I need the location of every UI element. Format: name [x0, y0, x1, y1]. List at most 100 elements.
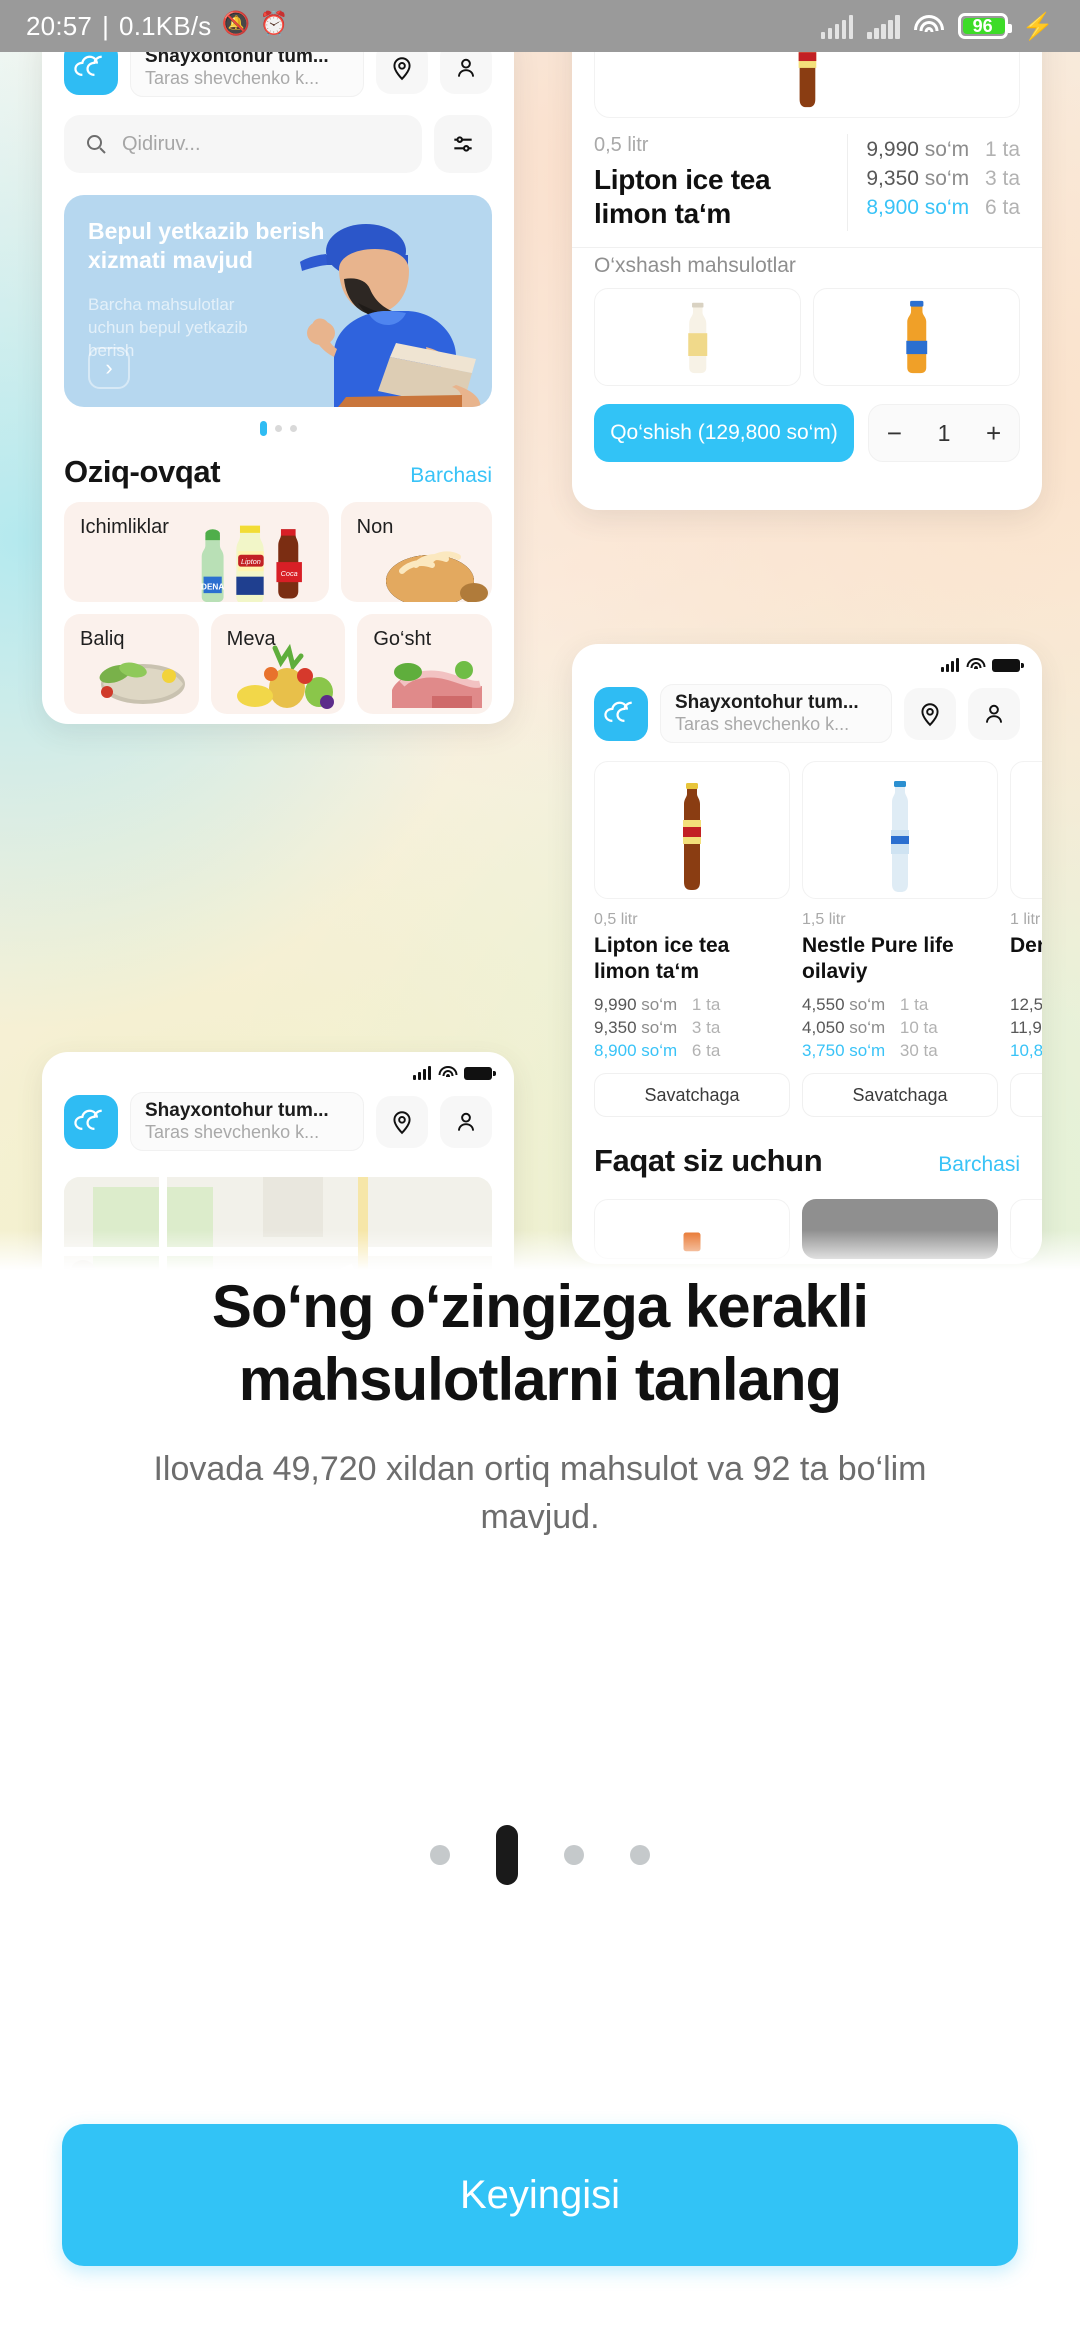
increment-button[interactable]: +: [986, 418, 1001, 449]
product-info: 0,5 litr Lipton ice tea limon ta‘m 9,990…: [572, 118, 1042, 243]
battery-icon: [464, 1066, 496, 1080]
price-tier-highlighted: 8,900 so‘m 6 ta: [866, 196, 1020, 220]
page-indicator[interactable]: [0, 1825, 1080, 1885]
similar-products-row: [572, 288, 1042, 387]
category-label: Meva: [226, 628, 276, 650]
profile-icon[interactable]: [968, 687, 1020, 740]
status-bar-left: 20:57 | 0.1KB/s: [26, 10, 289, 42]
price-value: 11,900: [1010, 1018, 1042, 1037]
mock-map-address[interactable]: Shayxontohur tum... Taras shevchenko k..…: [130, 1092, 364, 1151]
status-bar: 20:57 | 0.1KB/s 96 ⚡: [0, 0, 1080, 52]
mock-home-screen: Shayxontohur tum... Taras shevchenko k..…: [42, 52, 514, 724]
add-to-cart-button[interactable]: Qo‘shish (129,800 so‘m): [594, 404, 854, 463]
next-button[interactable]: Keyingisi: [62, 2124, 1018, 2266]
add-to-cart-button[interactable]: Savatchaga: [802, 1073, 998, 1117]
recommend-see-all-link[interactable]: Barchasi: [938, 1153, 1020, 1177]
location-pin-icon[interactable]: [904, 687, 956, 740]
price-qty: 1 ta: [899, 995, 929, 1014]
price-tier: 4,550 so‘m 1 ta: [802, 995, 998, 1015]
price-qty: 1 ta: [691, 995, 721, 1014]
product-thumbnail: [594, 761, 790, 899]
search-input[interactable]: Qidiruv...: [64, 115, 422, 173]
decrement-button[interactable]: −: [887, 418, 902, 449]
page-dot-1[interactable]: [430, 1845, 450, 1865]
product-volume: 0,5 litr: [594, 911, 638, 928]
product-volume: 1,5 litr: [802, 911, 846, 928]
product-price-tiers: 9,990 so‘m 1 ta 9,350 so‘m 3 ta 8,900 so…: [594, 995, 790, 1061]
location-pin-icon[interactable]: [376, 1095, 428, 1148]
signal-icon: [941, 658, 959, 672]
category-row: Baliq Meva Go‘sht: [64, 614, 493, 714]
profile-icon[interactable]: [440, 52, 492, 94]
similar-product-card[interactable]: [813, 288, 1020, 387]
mock-home-search-row: Qidiruv...: [42, 109, 514, 173]
category-label: Baliq: [80, 628, 125, 650]
price-qty: 6 ta: [691, 1041, 721, 1060]
mock-home-address[interactable]: Shayxontohur tum... Taras shevchenko k..…: [130, 52, 364, 97]
category-card-fish[interactable]: Baliq: [64, 614, 199, 714]
category-card-fruit[interactable]: Meva: [210, 614, 346, 714]
category-card-drinks[interactable]: Ichimliklar DENA Lipton Coca: [64, 502, 329, 602]
add-to-cart-button[interactable]: Sav: [1010, 1073, 1042, 1117]
mock-list-address[interactable]: Shayxontohur tum... Taras shevchenko k..…: [660, 684, 892, 743]
price-qty: 30 ta: [899, 1041, 938, 1060]
similar-product-card[interactable]: [594, 288, 801, 387]
quantity-stepper[interactable]: − 1 +: [868, 404, 1020, 463]
alarm-icon: [260, 10, 289, 40]
price-currency: so‘m: [849, 1018, 886, 1037]
price-tier-highlighted: 10,850: [1010, 1041, 1042, 1061]
signal-icon: [820, 13, 854, 39]
water-bottle-image: [891, 781, 909, 892]
profile-icon[interactable]: [440, 1095, 492, 1148]
product-thumbnail: [1010, 1199, 1042, 1259]
charging-bolt-icon: ⚡: [1021, 11, 1054, 41]
price-value: 10,850: [1010, 1041, 1042, 1060]
status-network-speed: 0.1KB/s: [119, 10, 212, 41]
product-list-row[interactable]: 0,5 litr Lipton ice tea limon ta‘m 9,990…: [572, 755, 1042, 1117]
section-see-all-link[interactable]: Barchasi: [410, 464, 492, 488]
category-section-header: Oziq-ovqat Barchasi: [42, 436, 514, 502]
carousel-dot[interactable]: [289, 425, 297, 432]
recommend-item[interactable]: [1010, 1199, 1042, 1259]
price-currency: so‘m: [924, 138, 970, 161]
product-list-item[interactable]: 0,5 litr Lipton ice tea limon ta‘m 9,990…: [594, 761, 790, 1117]
category-card-meat[interactable]: Go‘sht: [357, 614, 493, 714]
carousel-dot[interactable]: [274, 425, 282, 432]
location-pin-icon[interactable]: [376, 52, 428, 94]
battery-icon: 96: [957, 13, 1012, 39]
product-list-item[interactable]: 1,5 litr Nestle Pure life oilaviy 4,550 …: [802, 761, 998, 1117]
mock-product-list: Shayxontohur tum... Taras shevchenko k..…: [572, 644, 1042, 1264]
product-thumbnail: [802, 1199, 998, 1259]
juice-bottle-image: [688, 303, 707, 374]
filter-icon[interactable]: [434, 115, 492, 173]
promo-next-icon[interactable]: ›: [88, 347, 130, 389]
price-value: 4,550: [802, 995, 845, 1014]
price-tier: 9,990 so‘m 1 ta: [594, 995, 790, 1015]
carousel-dot-active[interactable]: [259, 421, 267, 436]
onboarding-content: So‘ng o‘zingizga kerakli mahsulotlarni t…: [0, 1270, 1080, 1542]
page-dot-2-active[interactable]: [496, 1825, 518, 1885]
status-time: 20:57: [26, 10, 93, 41]
category-card-bread[interactable]: Non: [340, 502, 492, 602]
map-view[interactable]: [64, 1177, 492, 1270]
price-value: 12,500: [1010, 995, 1042, 1014]
recommend-item[interactable]: [802, 1199, 998, 1259]
product-thumbnail: [802, 761, 998, 899]
price-currency: so‘m: [849, 1041, 886, 1060]
promo-carousel-dots[interactable]: [42, 421, 514, 436]
add-to-cart-button[interactable]: Savatchaga: [594, 1073, 790, 1117]
signal-icon: [867, 13, 900, 39]
product-list-item[interactable]: 1 litr Dena 12,500 11,900 10,850 Sav: [1010, 761, 1042, 1117]
similar-products-title: O‘xshash mahsulotlar: [572, 247, 1042, 288]
page-dot-3[interactable]: [564, 1845, 584, 1865]
signal-icon: [413, 1066, 431, 1080]
price-tier: 12,500: [1010, 995, 1042, 1015]
recommend-row[interactable]: [572, 1191, 1042, 1259]
product-thumbnail: [1010, 761, 1042, 899]
price-currency: so‘m: [849, 995, 886, 1014]
status-separator: |: [102, 10, 110, 41]
page-dot-4[interactable]: [630, 1845, 650, 1865]
recommend-item[interactable]: [594, 1199, 790, 1259]
promo-banner[interactable]: Bepul yetkazib berish xizmati mavjud Bar…: [64, 195, 492, 407]
battery-icon: [992, 658, 1024, 672]
